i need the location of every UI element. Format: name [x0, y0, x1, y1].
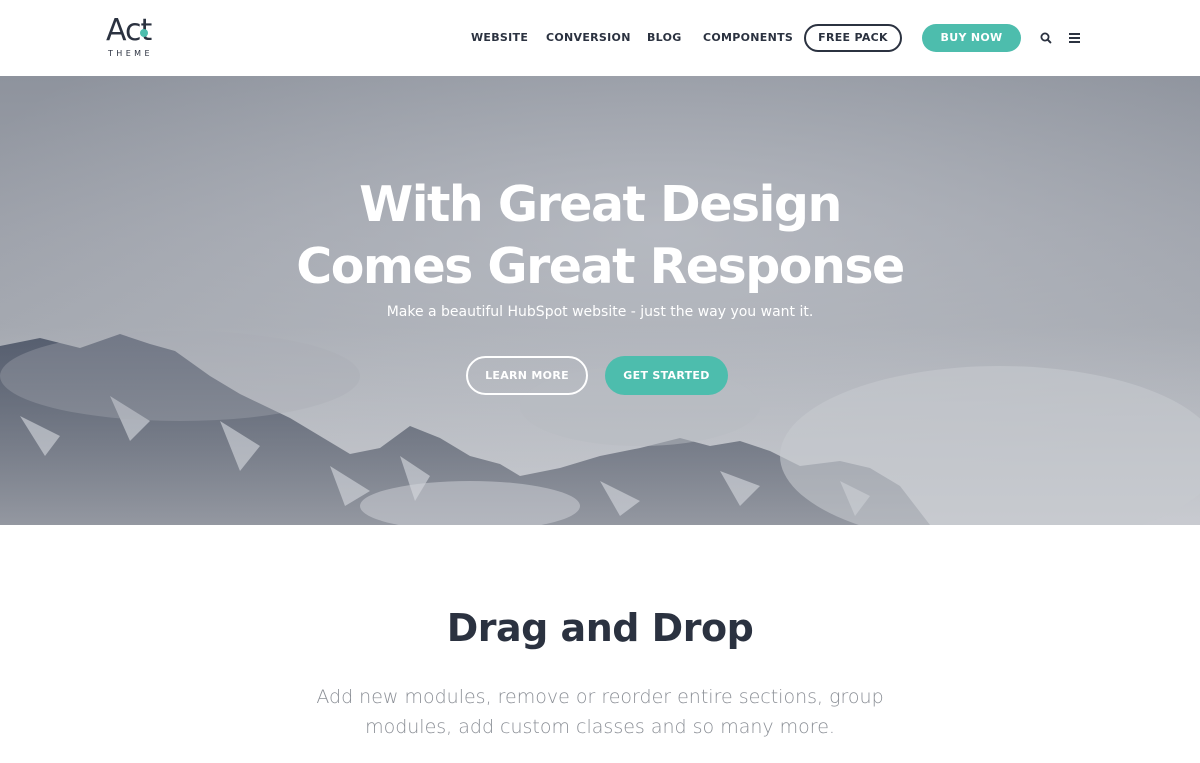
site-header: Act THEME WEBSITE CONVERSION BLOG COMPON… — [0, 0, 1200, 76]
nav-link-components[interactable]: COMPONENTS — [703, 24, 793, 52]
hero-title-line-2: Comes Great Response — [296, 238, 905, 295]
hero-subtitle: Make a beautiful HubSpot website - just … — [386, 304, 814, 320]
buy-now-button[interactable]: BUY NOW — [922, 24, 1021, 52]
hero-title-line-1: With Great Design — [359, 176, 842, 233]
nav-link-website[interactable]: WEBSITE — [471, 24, 528, 52]
hero-section: With Great Design Comes Great Response M… — [0, 76, 1200, 525]
free-pack-button[interactable]: FREE PACK — [804, 24, 902, 52]
section-title: Drag and Drop — [446, 606, 754, 650]
hero-background-image — [0, 76, 1200, 525]
search-icon[interactable] — [1038, 24, 1054, 52]
section-description: Add new modules, remove or reorder entir… — [316, 686, 884, 738]
menu-icon[interactable] — [1067, 24, 1083, 52]
main-nav: WEBSITE CONVERSION BLOG COMPONENTS FREE … — [0, 24, 1200, 52]
learn-more-button[interactable]: LEARN MORE — [466, 356, 588, 395]
nav-link-blog[interactable]: BLOG — [647, 24, 682, 52]
get-started-button[interactable]: GET STARTED — [605, 356, 728, 395]
nav-link-conversion[interactable]: CONVERSION — [546, 24, 631, 52]
